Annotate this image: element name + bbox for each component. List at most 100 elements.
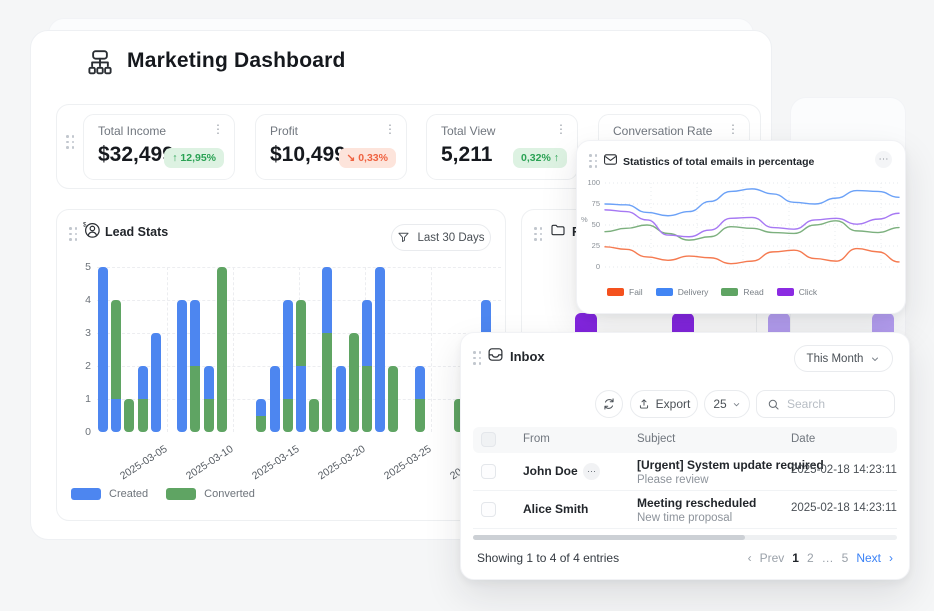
sender-name: Alice Smith [523,502,588,516]
legend-label: Read [743,287,763,297]
legend-swatch [71,488,101,500]
bar-segment [415,366,425,399]
search-input[interactable] [787,397,887,411]
bar-segment [296,300,306,366]
legend-swatch [777,288,794,296]
mail-icon [603,152,618,167]
y-axis-label: 1 [67,393,91,405]
bar-segment [177,300,187,432]
bar-segment [362,300,372,366]
page-size-select[interactable]: 25 [704,390,750,418]
gridline [233,267,234,432]
x-axis-label: 2025-03-20 [294,443,368,497]
gridline [431,267,432,432]
bar-segment [190,366,200,432]
bar-segment [296,366,306,432]
page-5[interactable]: 5 [842,551,849,565]
drag-handle-icon[interactable] [69,227,78,241]
bar-segment [111,399,121,432]
lead-bar [98,267,108,432]
kebab-menu-icon[interactable]: ⋮ [384,122,396,136]
select-all-checkbox[interactable] [481,432,496,447]
drag-handle-icon[interactable] [589,154,598,168]
trend-badge: ↘ 0,33% [339,148,397,168]
next-button[interactable]: Next [856,551,881,565]
refresh-button[interactable] [595,390,623,418]
stat-value: $10,499 [270,143,346,167]
lead-legend: Created Converted [71,488,255,500]
prev-chevron-icon[interactable]: ‹ [748,551,752,565]
legend-item: Delivery [656,287,709,297]
stat-label: Total View [441,124,495,138]
col-date: Date [791,433,815,445]
lead-bar [270,366,280,432]
bar-segment [151,333,161,432]
refresh-icon [602,397,616,411]
legend-label: Click [799,287,817,297]
date-filter-label: Last 30 Days [417,232,484,244]
email-legend: Fail Delivery Read Click [607,287,817,297]
legend-item: Read [721,287,763,297]
bar-segment [309,399,319,432]
legend-item: Created [71,488,148,500]
legend-item: Fail [607,287,643,297]
bar-segment [362,366,372,432]
row-actions-button[interactable]: ⋯ [583,463,600,480]
kebab-menu-icon[interactable]: ⋮ [727,122,739,136]
kebab-menu-icon[interactable]: ⋮ [212,122,224,136]
bar-segment [283,300,293,399]
table-row[interactable]: Alice Smith Meeting rescheduled New time… [473,491,897,529]
bar-segment [256,399,266,416]
funnel-icon [397,231,410,244]
trend-badge: 0,32% ↑ [513,148,567,168]
bar-segment [349,333,359,432]
page-2[interactable]: 2 [807,551,814,565]
bar-segment [204,366,214,399]
lead-stats-card: $ Lead Stats Last 30 Days 0123452025-03-… [56,209,506,521]
row-checkbox[interactable] [481,502,496,517]
drag-handle-icon[interactable] [473,351,482,365]
period-select[interactable]: This Month [794,345,893,372]
table-row[interactable]: John Doe ⋯ [Urgent] System update requir… [473,453,897,491]
lead-stats-title: Lead Stats [105,225,168,239]
row-checkbox[interactable] [481,464,496,479]
export-button[interactable]: Export [630,390,698,418]
lead-bar [415,366,425,432]
page-title: Marketing Dashboard [127,49,346,73]
lead-bar [336,366,346,432]
legend-swatch [656,288,673,296]
sender-name: John Doe [523,464,578,478]
bar-segment [138,399,148,432]
lead-bar [190,300,200,432]
lead-bar-chart: 0123452025-03-052025-03-102025-03-152025… [97,267,501,432]
prev-button[interactable]: Prev [760,551,785,565]
legend-item: Click [777,287,817,297]
stat-card-total-view: Total View ⋮ 5,211 0,32% ↑ [426,114,578,180]
col-subject: Subject [637,433,675,445]
entries-summary: Showing 1 to 4 of 4 entries [477,551,619,565]
stat-label: Profit [270,124,298,138]
bar-segment [415,399,425,432]
y-axis-label: 50 [584,220,600,229]
date-filter-button[interactable]: Last 30 Days [391,224,491,251]
sitemap-icon [85,48,115,78]
scrollbar-thumb[interactable] [473,535,745,540]
y-axis-label: 2 [67,360,91,372]
email-line-chart [601,177,903,273]
chevron-down-icon [732,400,741,409]
page-1[interactable]: 1 [792,551,799,565]
drag-handle-icon[interactable] [66,135,75,149]
ellipsis-menu-button[interactable]: ⋯ [875,151,892,168]
next-chevron-icon[interactable]: › [889,551,893,565]
bar-segment [336,366,346,432]
bar-segment [217,267,227,432]
drag-handle-icon[interactable] [534,227,543,241]
inbox-title: Inbox [510,349,545,364]
bar-segment [388,366,398,432]
lead-bar [296,300,306,432]
kebab-menu-icon[interactable]: ⋮ [555,122,567,136]
folder-icon [550,222,566,238]
email-date: 2025-02-18 14:23:11 [791,502,897,514]
horizontal-scrollbar[interactable] [473,535,897,540]
gridline [167,267,168,432]
